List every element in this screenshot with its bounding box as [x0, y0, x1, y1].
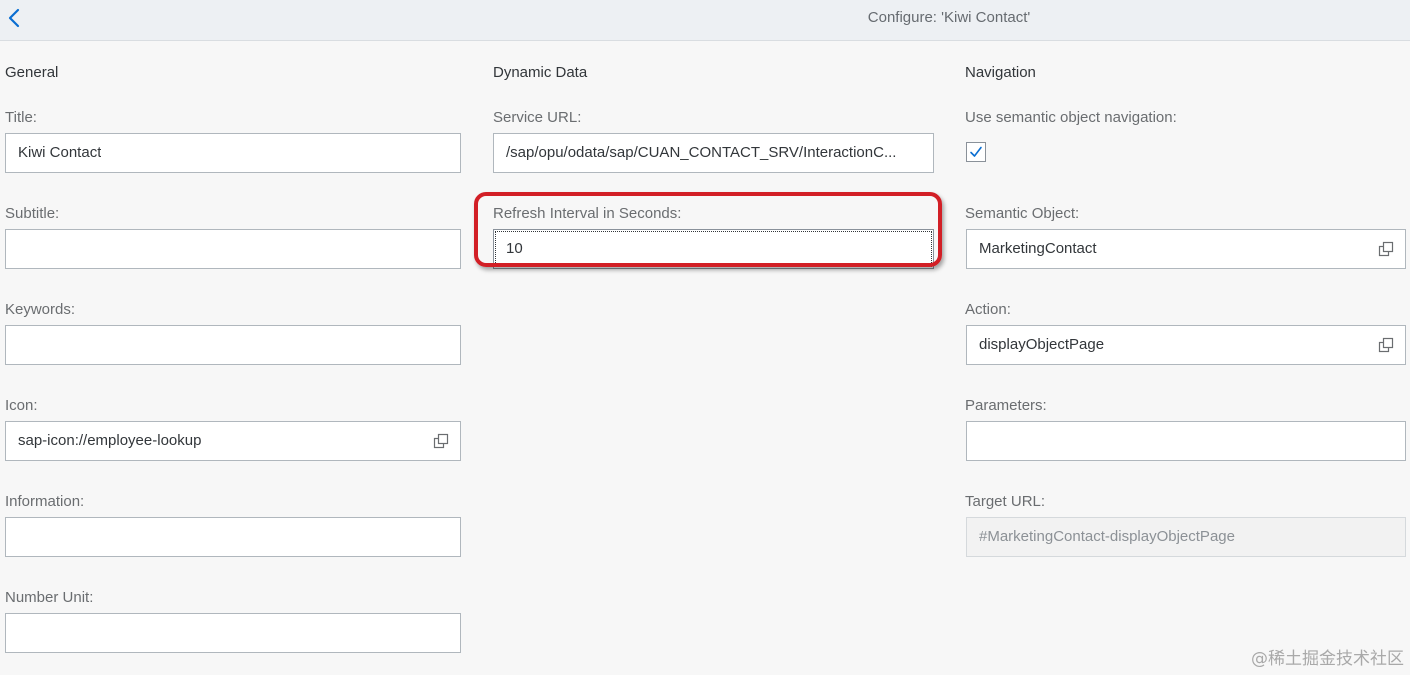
- icon-input-value: sap-icon://employee-lookup: [18, 432, 202, 449]
- page-title: Configure: 'Kiwi Contact': [867, 9, 1031, 26]
- refresh-interval-input-value: 10: [506, 240, 523, 257]
- header-bar: Configure: 'Kiwi Contact': [0, 0, 1410, 41]
- information-label: Information:: [5, 493, 85, 510]
- information-input[interactable]: [5, 517, 461, 557]
- parameters-label: Parameters:: [965, 397, 1047, 414]
- navigation-heading: Navigation: [965, 64, 1036, 81]
- value-help-icon[interactable]: [433, 433, 449, 449]
- service-url-input[interactable]: /sap/opu/odata/sap/CUAN_CONTACT_SRV/Inte…: [493, 133, 934, 173]
- checkmark-icon: [970, 146, 982, 157]
- semantic-nav-label: Use semantic object navigation:: [965, 109, 1177, 126]
- keywords-input[interactable]: [5, 325, 461, 365]
- target-url-input-value: #MarketingContact-displayObjectPage: [979, 528, 1235, 545]
- number-unit-label: Number Unit:: [5, 589, 94, 606]
- parameters-input[interactable]: [966, 421, 1406, 461]
- title-label: Title:: [5, 109, 37, 126]
- action-input-value: displayObjectPage: [979, 336, 1105, 353]
- service-url-input-value: /sap/opu/odata/sap/CUAN_CONTACT_SRV/Inte…: [506, 144, 897, 161]
- action-label: Action:: [965, 301, 1011, 318]
- refresh-interval-input[interactable]: 10: [493, 229, 934, 269]
- icon-label: Icon:: [5, 397, 38, 414]
- value-help-icon[interactable]: [1378, 337, 1394, 353]
- title-input-value: Kiwi Contact: [18, 144, 102, 161]
- subtitle-label: Subtitle:: [5, 205, 60, 222]
- subtitle-input[interactable]: [5, 229, 461, 269]
- semantic-object-label: Semantic Object:: [965, 205, 1080, 222]
- keywords-label: Keywords:: [5, 301, 76, 318]
- target-url-input: #MarketingContact-displayObjectPage: [966, 517, 1406, 557]
- semantic-nav-checkbox[interactable]: [966, 142, 986, 162]
- icon-input[interactable]: sap-icon://employee-lookup: [5, 421, 461, 461]
- general-heading: General: [5, 64, 59, 81]
- number-unit-input[interactable]: [5, 613, 461, 653]
- target-url-label: Target URL:: [965, 493, 1046, 510]
- value-help-icon[interactable]: [1378, 241, 1394, 257]
- watermark-text: @稀土掘金技术社区: [1251, 649, 1404, 669]
- dynamic-data-heading: Dynamic Data: [493, 64, 588, 81]
- semantic-object-input[interactable]: MarketingContact: [966, 229, 1406, 269]
- title-input[interactable]: Kiwi Contact: [5, 133, 461, 173]
- service-url-label: Service URL:: [493, 109, 582, 126]
- semantic-object-input-value: MarketingContact: [979, 240, 1097, 257]
- action-input[interactable]: displayObjectPage: [966, 325, 1406, 365]
- refresh-interval-label: Refresh Interval in Seconds:: [493, 205, 682, 222]
